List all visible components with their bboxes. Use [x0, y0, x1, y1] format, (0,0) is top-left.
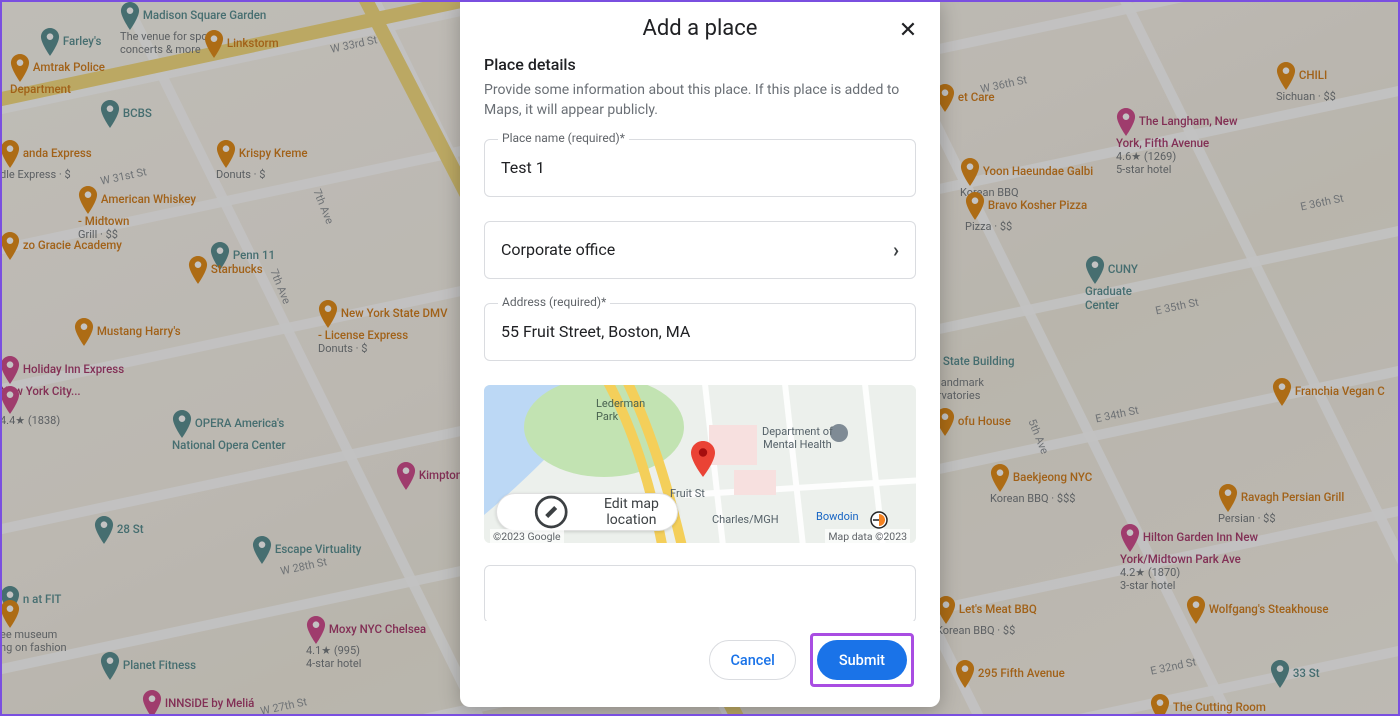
submit-highlight-box: Submit: [810, 633, 914, 687]
modal-title: Add a place: [510, 16, 890, 41]
map-copyright: ©2023 Google: [490, 529, 564, 543]
next-field-outline[interactable]: [484, 565, 916, 621]
cancel-button-label: Cancel: [730, 652, 774, 669]
map-label-bowdoin: Bowdoin: [816, 510, 859, 523]
submit-button-label: Submit: [839, 652, 885, 669]
edit-map-location-label: Edit map location: [601, 496, 661, 528]
map-label-cmgh: Charles/MGH: [712, 513, 779, 526]
edit-location-icon: [509, 494, 593, 530]
modal-footer: Cancel Submit: [460, 621, 940, 707]
modal-body[interactable]: Place details Provide some information a…: [460, 49, 940, 621]
category-value: Corporate office: [501, 240, 615, 259]
map-data-attribution: Map data ©2023: [825, 529, 910, 543]
cancel-button[interactable]: Cancel: [709, 640, 795, 680]
category-select[interactable]: Corporate office ›: [484, 221, 916, 279]
section-title: Place details: [484, 55, 916, 74]
place-name-label: Place name (required)*: [498, 131, 629, 145]
address-field-wrap: Address (required)*: [484, 303, 916, 361]
edit-map-location-button[interactable]: Edit map location: [496, 493, 678, 531]
submit-button[interactable]: Submit: [817, 640, 907, 680]
close-icon: ✕: [899, 17, 917, 42]
modal-header: Add a place ✕: [460, 2, 940, 49]
chevron-right-icon: ›: [893, 238, 899, 262]
map-label-dept: Department of Mental Health: [762, 425, 833, 451]
map-thumbnail[interactable]: Lederman Park Department of Mental Healt…: [484, 385, 916, 543]
section-description: Provide some information about this plac…: [484, 80, 916, 121]
address-label: Address (required)*: [498, 295, 610, 309]
place-name-input[interactable]: [484, 139, 916, 197]
add-place-modal: Add a place ✕ Place details Provide some…: [460, 0, 940, 707]
map-pin-icon: [691, 441, 715, 477]
close-button[interactable]: ✕: [894, 16, 922, 44]
place-name-field-wrap: Place name (required)*: [484, 139, 916, 197]
map-label-park: Lederman Park: [596, 397, 645, 423]
address-input[interactable]: [484, 303, 916, 361]
map-label-fruit: Fruit St: [670, 487, 705, 500]
category-field-wrap: Corporate office ›: [484, 221, 916, 279]
